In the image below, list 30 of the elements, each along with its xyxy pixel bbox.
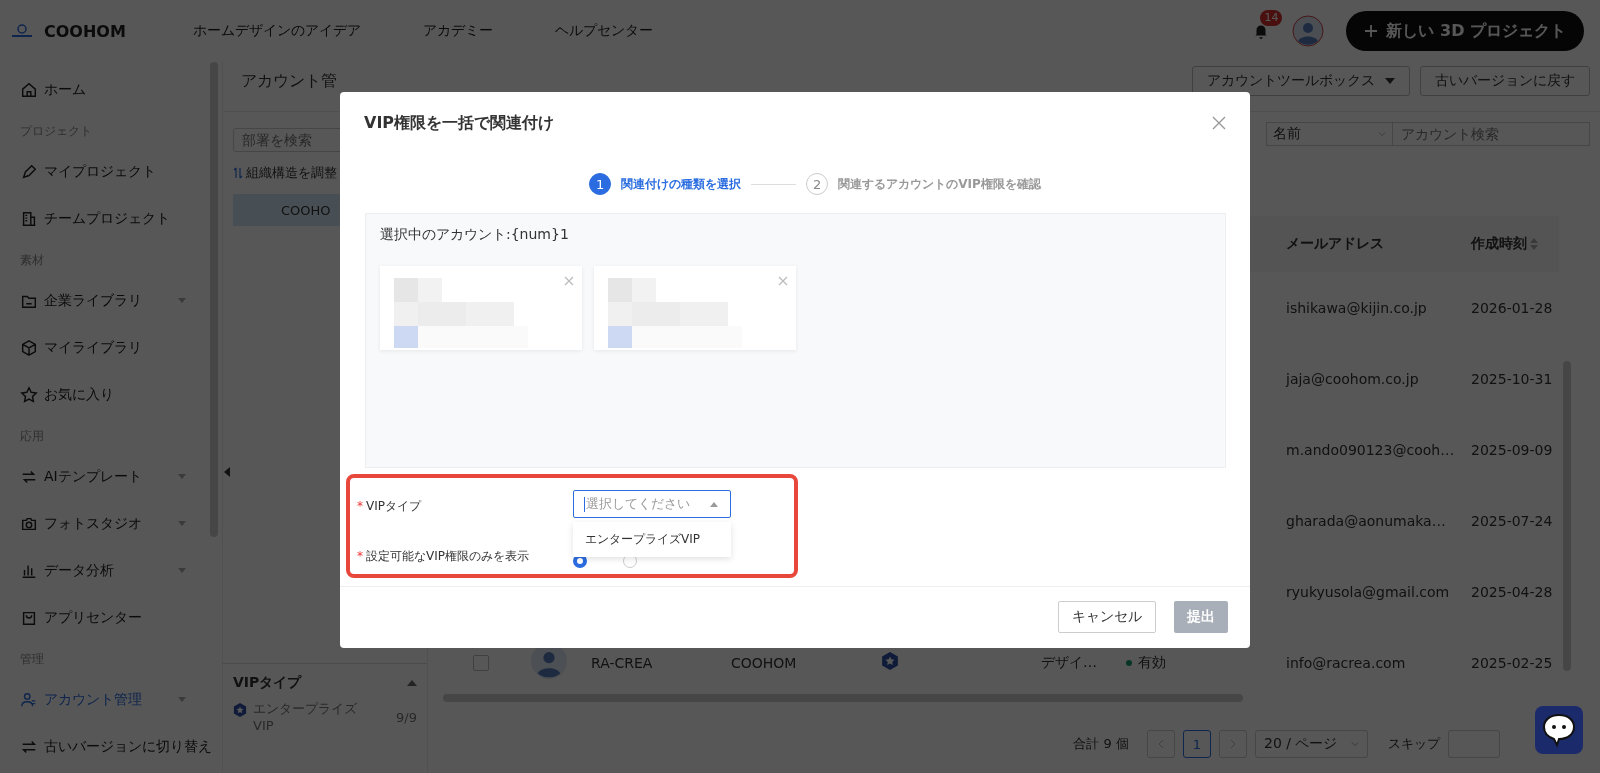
vip-filter-title: VIPタイプ: [233, 674, 302, 692]
table-cell-text: 2025-07-24: [1471, 512, 1554, 529]
required-mark: *: [357, 499, 363, 513]
table-cell-text: 2025-10-31: [1471, 370, 1554, 387]
table-cell-text: m.ando090123@cooh…: [1286, 441, 1456, 458]
table-cell-text: 2026-01-28: [1471, 299, 1554, 316]
table-cell-text: gharada@aonumaka…: [1286, 512, 1447, 529]
table-cell: COOHOM: [731, 654, 797, 671]
field-label: VIPタイプ: [366, 499, 421, 513]
page-title: アカウント管: [241, 71, 337, 92]
notification-badge: 14: [1260, 10, 1283, 26]
table-cell: デザイ…: [1041, 653, 1097, 670]
table-cell-text: 2025-02-25: [1471, 654, 1554, 671]
step-number: 1: [589, 173, 612, 195]
table-cell-text: jaja@coohom.co.jp: [1286, 370, 1420, 387]
step-label: 関連付けの種類を選択: [621, 175, 742, 193]
selected-accounts-label: 選択中のアカウント:{num}1: [380, 226, 570, 244]
table-cell-text: 2025-04-28: [1471, 583, 1554, 600]
total-count: 合計 9 個: [1073, 735, 1129, 753]
required-mark: *: [357, 549, 363, 563]
step-label: 関連するアカウントのVIP権限を確認: [838, 175, 1041, 193]
field-label: 設定可能なVIP権限のみを表示: [366, 549, 529, 563]
table-cell-text: info@racrea.com: [1286, 654, 1407, 671]
brand-name: COOHOM: [44, 21, 126, 41]
table-cell-text: 2025-09-09: [1471, 441, 1554, 458]
table-cell: RA-CREA: [591, 654, 653, 671]
table-cell-text: ishikawa@kijin.co.jp: [1286, 299, 1428, 316]
table-cell-text: ryukyusola@gmail.com: [1286, 583, 1451, 600]
table-cell: 有効: [1138, 653, 1166, 672]
jump-label: スキップ: [1388, 735, 1440, 753]
